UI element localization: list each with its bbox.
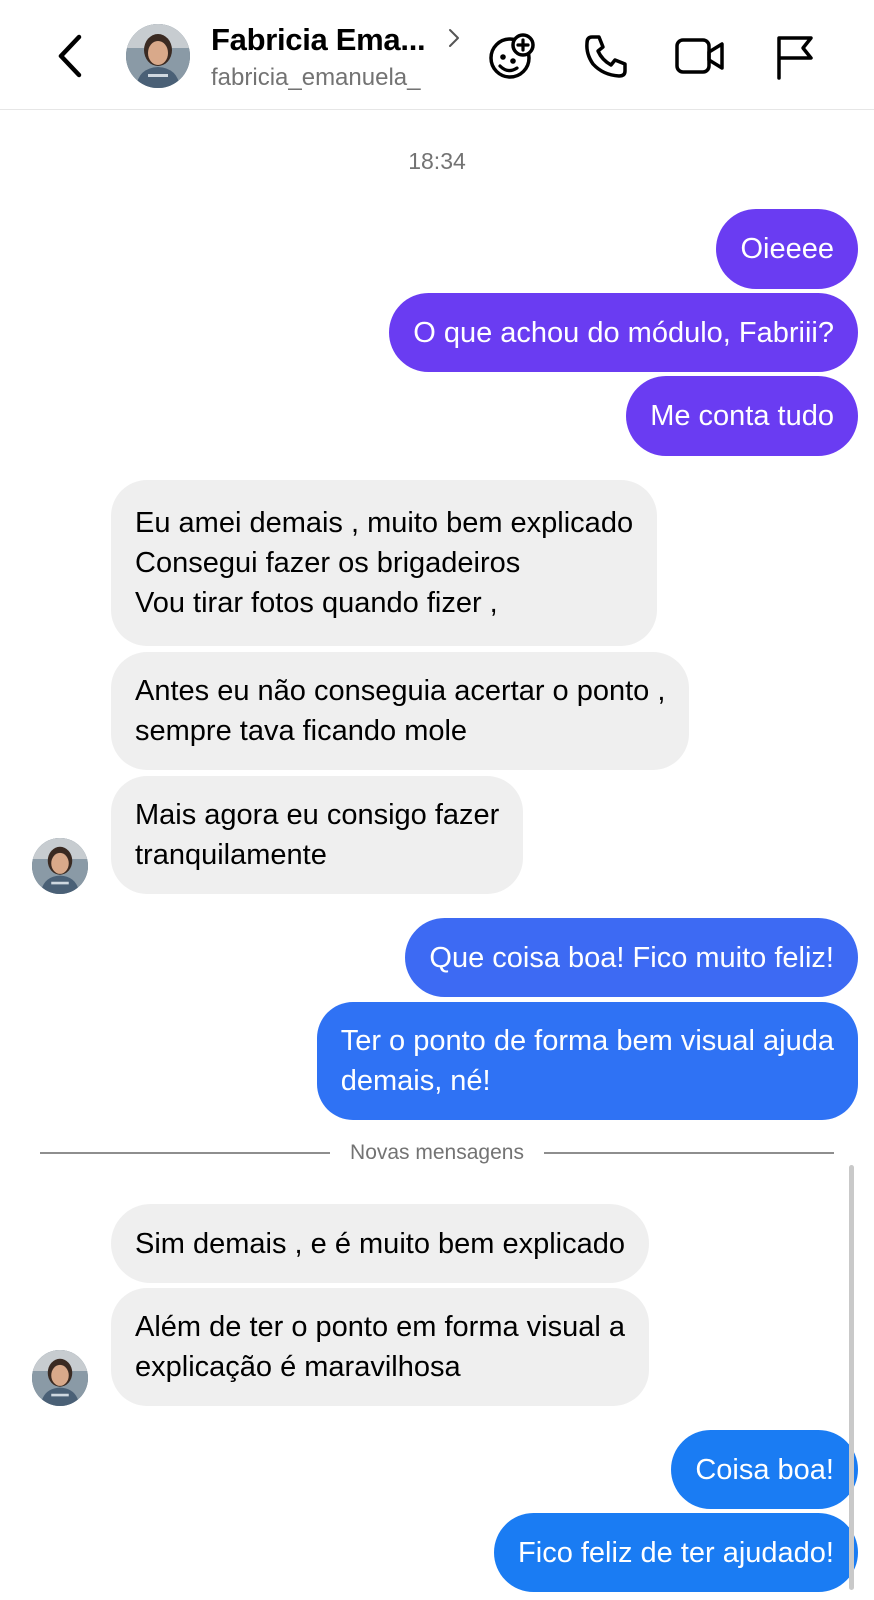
message-line: Oieeee [740, 233, 834, 265]
phone-icon [585, 35, 627, 78]
contact-name: Fabricia Ema... [211, 22, 426, 57]
message-line: Sim demais , e é muito bem explicado [135, 1227, 625, 1260]
message-bubble[interactable]: Ter o ponto de forma bem visual ajuda de… [316, 1002, 858, 1120]
message-line: Antes eu não conseguia acertar o ponto , [135, 675, 666, 707]
message-bubble[interactable]: O que achou do módulo, Fabriii? [389, 293, 858, 372]
message-timestamp: 18:34 [408, 148, 466, 174]
message-line: Eu amei demais , muito bem explicado [135, 507, 634, 539]
effects-button[interactable] [484, 30, 540, 82]
message-line: O que achou do módulo, Fabriii? [413, 316, 834, 349]
message-line: Que coisa boa! Fico muito feliz! [429, 941, 834, 974]
message-line: Coisa boa! [695, 1453, 834, 1486]
divider-line [543, 1152, 834, 1154]
scrollbar[interactable] [849, 1165, 854, 1590]
call-button[interactable] [578, 30, 634, 82]
video-call-button[interactable] [672, 30, 728, 82]
add-effect-icon [489, 33, 535, 79]
message-bubble[interactable]: Mais agora eu consigo fazer tranquilamen… [111, 776, 524, 894]
message-line: Ter o ponto de forma bem visual ajuda [340, 1025, 834, 1057]
message-bubble[interactable]: Sim demais , e é muito bem explicado [111, 1204, 649, 1283]
message-bubble[interactable]: Coisa boa! [671, 1430, 858, 1509]
message-line: Além de ter o ponto em forma visual a [135, 1311, 626, 1343]
divider-line [40, 1152, 331, 1154]
flag-icon [777, 36, 813, 80]
message-line: sempre tava ficando mole [135, 715, 468, 747]
message-line: Fico feliz de ter ajudado! [518, 1536, 834, 1569]
message-bubble[interactable]: Além de ter o ponto em forma visual a ex… [111, 1288, 650, 1406]
contact-username: fabricia_emanuela_ [211, 64, 421, 91]
back-button[interactable] [48, 30, 92, 82]
message-bubble[interactable]: Antes eu não conseguia acertar o ponto ,… [111, 652, 690, 770]
message-line: demais, né! [340, 1065, 491, 1097]
message-bubble[interactable]: Fico feliz de ter ajudado! [494, 1513, 858, 1592]
message-line: tranquilamente [135, 839, 327, 871]
message-line: Vou tirar fotos quando fizer , [135, 587, 498, 619]
message-line: Me conta tudo [650, 400, 834, 432]
report-button[interactable] [766, 30, 822, 82]
message-line: Mais agora eu consigo fazer [135, 799, 500, 831]
message-bubble[interactable]: Oieeee [716, 209, 858, 289]
avatar[interactable] [32, 838, 88, 894]
avatar[interactable] [32, 1350, 88, 1406]
chevron-left-icon [58, 34, 82, 78]
video-camera-icon [675, 38, 724, 74]
avatar[interactable] [126, 24, 190, 88]
chevron-right-icon [449, 29, 459, 47]
new-messages-divider: Novas mensagens [40, 1140, 834, 1166]
message-line: Consegui fazer os brigadeiros [135, 547, 521, 579]
message-bubble[interactable]: Eu amei demais , muito bem explicado Con… [111, 480, 658, 646]
message-line: explicação é maravilhosa [135, 1351, 461, 1383]
message-bubble[interactable]: Que coisa boa! Fico muito feliz! [405, 918, 858, 997]
divider-label: Novas mensagens [350, 1141, 524, 1164]
message-bubble[interactable]: Me conta tudo [626, 376, 858, 456]
chat-header: Fabricia Ema... fabricia_emanuela_ [0, 0, 874, 110]
contact-info[interactable]: Fabricia Ema... fabricia_emanuela_ [211, 22, 471, 92]
